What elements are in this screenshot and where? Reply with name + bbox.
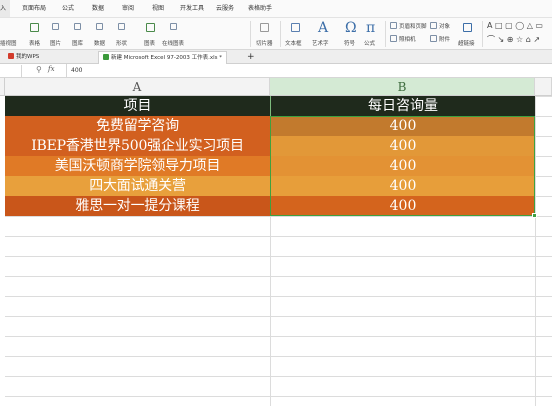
ribbon-label-camera[interactable]: 照相机 <box>399 35 416 43</box>
table-icon[interactable] <box>30 23 39 32</box>
chart-icon[interactable] <box>146 23 155 32</box>
ribbon-label-object[interactable]: 对象 <box>439 22 450 30</box>
menu-insert[interactable]: 入 <box>0 0 10 17</box>
grid-row-line <box>5 396 552 397</box>
slicer-icon[interactable] <box>260 23 269 32</box>
gallery-icon[interactable] <box>74 23 81 30</box>
ribbon-label-table[interactable]: 表格 <box>29 39 40 47</box>
equation-icon[interactable]: π <box>366 21 375 35</box>
ribbon-label-picture[interactable]: 图片 <box>50 39 61 47</box>
ribbon-label-equation[interactable]: 公式 <box>364 39 375 47</box>
grid-row-line <box>5 336 552 337</box>
ribbon-label-gallery[interactable]: 图库 <box>72 39 83 47</box>
grid-row-line <box>5 316 552 317</box>
excel-file-icon <box>103 54 109 60</box>
hyperlink-icon[interactable] <box>463 23 472 32</box>
menu-table-helper[interactable]: 表格助手 <box>248 0 272 17</box>
grid-row-line <box>5 236 552 237</box>
textbox-icon[interactable] <box>291 23 300 32</box>
ribbon-label-wordart[interactable]: 艺术字 <box>312 39 329 47</box>
menu-bar: 入 页面布局 公式 数据 审阅 视图 开发工具 云服务 表格助手 <box>0 0 552 18</box>
header-footer-icon[interactable] <box>390 22 397 29</box>
menu-developer[interactable]: 开发工具 <box>180 0 204 17</box>
online-chart-icon[interactable] <box>170 23 177 30</box>
ribbon-label-chart[interactable]: 图表 <box>144 39 155 47</box>
cell-b1-header[interactable]: 每日咨询量 <box>270 96 535 116</box>
symbol-icon[interactable]: Ω <box>345 21 357 35</box>
ribbon-separator <box>482 21 483 47</box>
ribbon: 插视图 表格 图片 图库 数据 形状 图表 在线图表 切片器 文本框 A 艺术字… <box>0 18 552 50</box>
ribbon-separator <box>250 21 251 47</box>
wordart-icon[interactable]: A <box>318 21 328 35</box>
grid-column-line <box>535 96 536 406</box>
ribbon-separator <box>280 21 281 47</box>
cell-count-3[interactable]: 400 <box>270 156 535 176</box>
ribbon-separator <box>385 21 386 47</box>
cell-count-2[interactable]: 400 <box>270 136 535 156</box>
shape-gallery-row[interactable]: A □ ▢ ◯ △ ▭ <box>487 21 543 30</box>
tab-document-label: 新建 Microsoft Excel 97-2003 工作表.xls * <box>111 55 222 61</box>
menu-formulas[interactable]: 公式 <box>62 0 74 17</box>
grid-row-line <box>5 276 552 277</box>
cell-item-4[interactable]: 四大面试通关营 <box>5 176 270 196</box>
column-header-a[interactable]: A <box>5 78 270 96</box>
ribbon-label-shape[interactable]: 形状 <box>116 39 127 47</box>
tab-document[interactable]: 新建 Microsoft Excel 97-2003 工作表.xls * <box>98 51 227 64</box>
cell-count-1[interactable]: 400 <box>270 116 535 136</box>
shape-gallery-row[interactable]: ⌒ ↘ ⊕ ☆ ⌂ ↗ <box>487 34 540 45</box>
grid-row-line <box>5 376 552 377</box>
name-box[interactable] <box>0 65 22 77</box>
wps-icon <box>8 53 14 59</box>
picture-icon[interactable] <box>52 23 59 30</box>
menu-data[interactable]: 数据 <box>92 0 104 17</box>
ribbon-label-hyperlink[interactable]: 超链接 <box>458 39 475 47</box>
new-tab-button[interactable]: + <box>243 51 259 64</box>
object-icon[interactable] <box>430 22 437 29</box>
cell-count-5[interactable]: 400 <box>270 196 535 216</box>
column-header-c[interactable] <box>535 78 552 96</box>
attachment-icon[interactable] <box>430 35 437 42</box>
zoom-icon[interactable]: ⚲ <box>36 65 42 74</box>
formula-bar: ⚲ fx 400 <box>0 64 552 78</box>
ribbon-label-attachment[interactable]: 附件 <box>439 35 450 43</box>
cell-item-5[interactable]: 雅思一对一提分课程 <box>5 196 270 216</box>
menu-cloud[interactable]: 云服务 <box>216 0 234 17</box>
menu-review[interactable]: 审阅 <box>122 0 134 17</box>
tab-my-wps[interactable]: 我的WPS <box>4 51 43 64</box>
document-tab-bar: 我的WPS 新建 Microsoft Excel 97-2003 工作表.xls… <box>0 50 552 64</box>
cell-item-2[interactable]: IBEP香港世界500强企业实习项目 <box>5 136 270 156</box>
ribbon-label-slicer[interactable]: 切片器 <box>256 39 273 47</box>
shape-icon[interactable] <box>118 23 125 30</box>
camera-icon[interactable] <box>390 35 397 42</box>
formula-input[interactable]: 400 <box>66 64 552 77</box>
ribbon-label-online-chart[interactable]: 在线图表 <box>162 39 184 47</box>
cell-a1-header[interactable]: 项目 <box>5 96 270 116</box>
ribbon-label-textbox[interactable]: 文本框 <box>285 39 302 47</box>
cell-item-1[interactable]: 免费留学咨询 <box>5 116 270 136</box>
grid-row-line <box>5 256 552 257</box>
fx-icon[interactable]: fx <box>48 65 55 73</box>
fill-handle[interactable] <box>532 213 537 218</box>
menu-page-layout[interactable]: 页面布局 <box>22 0 46 17</box>
ribbon-label-insert-view[interactable]: 插视图 <box>0 39 17 47</box>
ribbon-label-symbol[interactable]: 符号 <box>344 39 355 47</box>
ribbon-label-header-footer[interactable]: 页眉和页脚 <box>399 22 427 30</box>
cell-count-4[interactable]: 400 <box>270 176 535 196</box>
grid-row-line <box>5 216 552 217</box>
menu-view[interactable]: 视图 <box>152 0 164 17</box>
column-header-b[interactable]: B <box>270 78 535 96</box>
grid-row-line <box>5 296 552 297</box>
ribbon-label-data[interactable]: 数据 <box>94 39 105 47</box>
tab-my-wps-label: 我的WPS <box>16 54 40 60</box>
data-icon[interactable] <box>96 23 103 30</box>
cell-item-3[interactable]: 美国沃顿商学院领导力项目 <box>5 156 270 176</box>
grid-row-line <box>5 356 552 357</box>
